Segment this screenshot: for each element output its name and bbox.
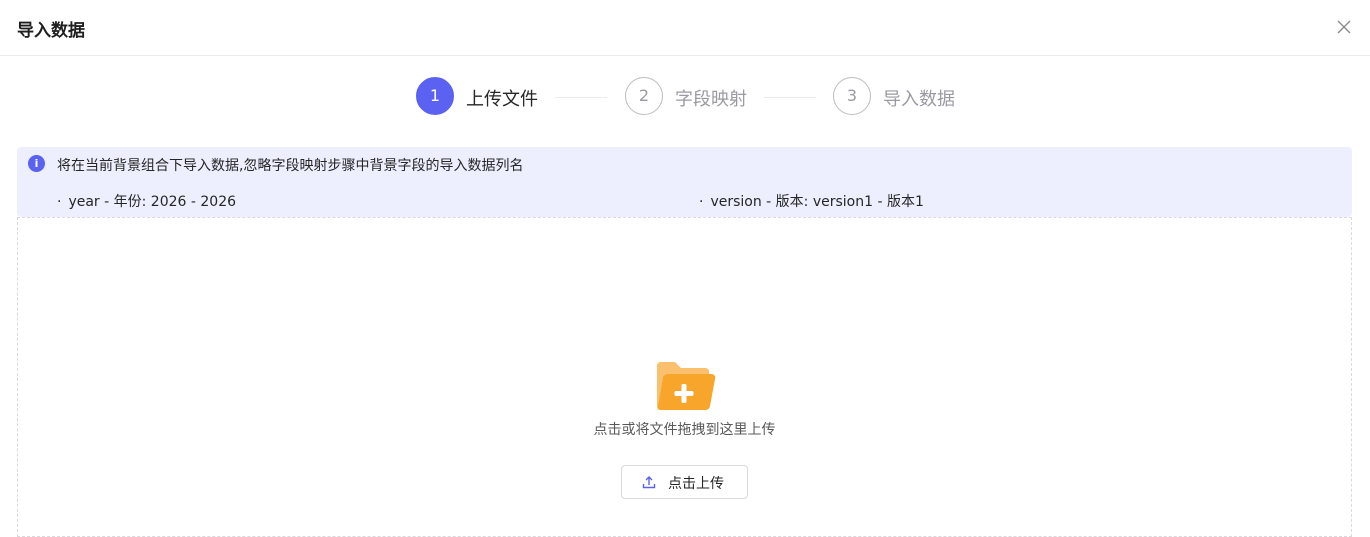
step-label: 导入数据 xyxy=(883,89,955,110)
step-number: 3 xyxy=(833,77,871,115)
info-icon: i xyxy=(28,155,45,172)
step-label: 上传文件 xyxy=(466,89,538,110)
dialog-title: 导入数据 xyxy=(17,21,85,41)
info-item-text: year - 年份: 2026 - 2026 xyxy=(68,194,237,210)
step-number: 2 xyxy=(625,77,663,115)
info-banner: i 将在当前背景组合下导入数据,忽略字段映射步骤中背景字段的导入数据列名 · ye… xyxy=(17,147,1352,217)
step-label: 字段映射 xyxy=(675,89,747,110)
info-item-year: · year - 年份: 2026 - 2026 xyxy=(57,191,236,211)
step-connector xyxy=(764,97,816,98)
info-message: 将在当前背景组合下导入数据,忽略字段映射步骤中背景字段的导入数据列名 xyxy=(57,158,524,174)
import-data-dialog: 导入数据 1 上传文件 2 字段映射 3 导入数据 i 将在当前背景组合下导入数… xyxy=(0,0,1370,537)
close-icon[interactable] xyxy=(1334,17,1354,37)
upload-icon xyxy=(642,476,656,489)
info-item-version: · version - 版本: version1 - 版本1 xyxy=(699,191,924,211)
step-connector xyxy=(555,97,607,98)
upload-dropzone[interactable]: 点击或将文件拖拽到这里上传 点击上传 xyxy=(17,217,1352,537)
folder-plus-icon xyxy=(657,362,716,410)
step-number: 1 xyxy=(416,77,454,115)
upload-button[interactable]: 点击上传 xyxy=(621,465,748,499)
bullet: · xyxy=(699,194,704,210)
bullet: · xyxy=(57,194,62,210)
info-item-text: version - 版本: version1 - 版本1 xyxy=(710,194,924,210)
upload-hint: 点击或将文件拖拽到这里上传 xyxy=(593,422,776,438)
dialog-header: 导入数据 xyxy=(0,0,1370,56)
upload-button-label: 点击上传 xyxy=(668,476,724,492)
